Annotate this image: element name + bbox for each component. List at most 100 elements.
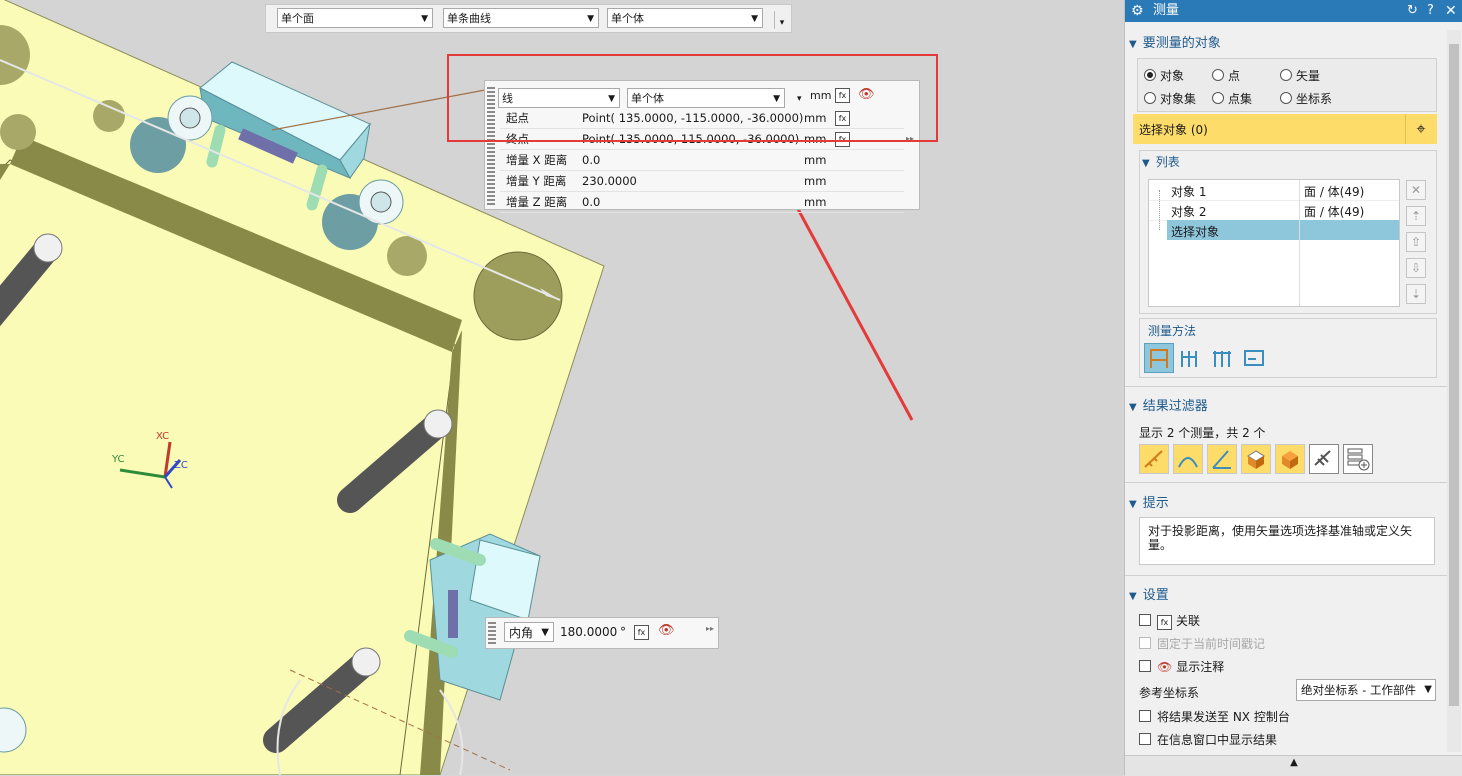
close-icon[interactable]: ✕ <box>1445 0 1457 22</box>
move-bottom-icon[interactable]: ⇣ <box>1406 284 1426 304</box>
section-objects-header[interactable]: ▼ 要测量的对象 <box>1129 32 1447 51</box>
radio-object[interactable]: 对象 <box>1144 67 1184 84</box>
length-method-icon[interactable] <box>1240 343 1270 373</box>
angle-type-dropdown[interactable]: 内角 ▼ <box>504 622 554 642</box>
move-up-icon[interactable]: ⇧ <box>1406 232 1426 252</box>
formula-icon[interactable]: fx <box>634 625 649 640</box>
chevron-down-icon: ▼ <box>1422 680 1432 700</box>
ref-csys-dropdown[interactable]: 绝对坐标系 - 工作部件 ▼ <box>1296 679 1436 701</box>
remove-icon[interactable]: ✕ <box>1406 180 1426 200</box>
chevron-down-icon: ▼ <box>1129 499 1137 510</box>
hint-text: 对于投影距离，使用矢量选项选择基准轴或定义矢量。 <box>1139 517 1435 565</box>
filter-summary: 显示 2 个测量，共 2 个 <box>1139 426 1266 440</box>
send-nx-checkbox[interactable]: 将结果发送至 NX 控制台 <box>1139 708 1290 725</box>
ref-csys-value: 绝对坐标系 - 工作部件 <box>1301 683 1416 697</box>
move-down-icon[interactable]: ⇩ <box>1406 258 1426 278</box>
gear-icon[interactable]: ⚙ <box>1131 0 1144 22</box>
area-filter-icon[interactable] <box>1241 444 1271 474</box>
chevron-down-icon: ▼ <box>1129 39 1137 50</box>
list-item-selected[interactable]: 选择对象 <box>1167 220 1399 240</box>
chevron-down-icon: ▼ <box>421 14 428 24</box>
measure-dialog: ⚙ 测量 ↻ ? ✕ ▼ 要测量的对象 对象 点 矢量 对象集 点集 坐标系 选择… <box>1124 0 1462 776</box>
row-label: 增量 Z 距离 <box>506 195 568 209</box>
collapse-button[interactable]: ▲ <box>1125 755 1462 776</box>
angle-label: 内角 <box>509 626 534 640</box>
list-item[interactable]: 对象 2 面 / 体(49) <box>1149 200 1399 221</box>
face-filter-value: 单个面 <box>281 12 314 25</box>
row-unit: mm <box>804 153 827 167</box>
distance-filter-icon[interactable] <box>1139 444 1169 474</box>
distance-method-icon[interactable] <box>1144 343 1174 373</box>
drag-handle[interactable] <box>488 622 496 644</box>
projected-distance-icon[interactable] <box>1176 343 1206 373</box>
chevron-down-icon: ▼ <box>1142 158 1150 169</box>
section-filter-header[interactable]: ▼ 结果过滤器 <box>1129 395 1447 414</box>
list-item-name: 对象 2 <box>1171 205 1207 219</box>
radio-point-set-label: 点集 <box>1228 92 1253 106</box>
radio-csys[interactable]: 坐标系 <box>1280 90 1332 107</box>
ref-csys-label: 参考坐标系 <box>1139 686 1200 700</box>
chevron-down-icon: ▼ <box>1129 402 1137 413</box>
radio-vector[interactable]: 矢量 <box>1280 67 1320 84</box>
show-info-checkbox[interactable]: 在信息窗口中显示结果 <box>1139 731 1277 748</box>
chevron-down-icon: ▼ <box>541 627 549 638</box>
show-eye-icon[interactable]: 👁 <box>658 623 675 638</box>
section-settings-title: 设置 <box>1142 588 1169 603</box>
table-row: 增量 X 距离 0.0 mm <box>500 150 904 171</box>
reset-icon[interactable]: ↻ <box>1407 0 1418 22</box>
tree-line <box>1159 190 1161 230</box>
curve-filter-icon[interactable] <box>1173 444 1203 474</box>
angle-filter-icon[interactable] <box>1207 444 1237 474</box>
section-objects-title: 要测量的对象 <box>1142 36 1221 51</box>
curve-filter-dropdown[interactable]: 单条曲线 ▼ <box>443 8 599 28</box>
section-hint-title: 提示 <box>1142 496 1169 511</box>
list-item-name: 选择对象 <box>1171 225 1220 239</box>
associative-checkbox[interactable]: fx 关联 <box>1139 612 1200 630</box>
show-eye-icon: 👁 <box>1157 660 1173 674</box>
crosshair-icon[interactable]: ⌖ <box>1405 114 1436 144</box>
volume-filter-icon[interactable] <box>1275 444 1305 474</box>
fix-time-label: 固定于当前时间戳记 <box>1157 637 1266 651</box>
hole-small-1 <box>387 236 427 276</box>
list-section-header[interactable]: ▼ 列表 <box>1142 153 1180 170</box>
bar-overflow-button[interactable]: ▾ <box>774 11 789 29</box>
section-settings-header[interactable]: ▼ 设置 <box>1129 584 1447 603</box>
ruler-filter-icon[interactable] <box>1309 444 1339 474</box>
help-icon[interactable]: ? <box>1427 0 1434 22</box>
row-value[interactable]: 230.0000 <box>582 171 637 191</box>
object-list[interactable]: 对象 1 面 / 体(49) 对象 2 面 / 体(49) 选择对象 <box>1148 179 1400 307</box>
zc-label: ZC <box>174 460 188 471</box>
body-filter-value: 单个体 <box>611 12 644 25</box>
move-top-icon[interactable]: ⇡ <box>1406 206 1426 226</box>
chevron-down-icon: ▼ <box>751 14 758 24</box>
screen-distance-icon[interactable] <box>1208 343 1238 373</box>
angle-unit: ° <box>620 625 626 639</box>
chevron-down-icon: ▼ <box>1129 591 1137 602</box>
table-row: 增量 Y 距离 230.0000 mm <box>500 171 904 192</box>
radio-point-set[interactable]: 点集 <box>1212 90 1252 107</box>
radio-object-set[interactable]: 对象集 <box>1144 90 1196 107</box>
row-unit: mm <box>804 174 827 188</box>
scrollbar-track[interactable] <box>1447 30 1461 752</box>
row-value[interactable]: 0.0 <box>582 150 600 170</box>
curve-filter-value: 单条曲线 <box>447 12 491 25</box>
row-label: 增量 Y 距离 <box>506 174 567 188</box>
list-item-name: 对象 1 <box>1171 185 1207 199</box>
scrollbar-thumb[interactable] <box>1449 44 1459 706</box>
list-section-title: 列表 <box>1155 155 1180 169</box>
list-item[interactable]: 对象 1 面 / 体(49) <box>1149 180 1399 201</box>
section-hint-header[interactable]: ▼ 提示 <box>1129 492 1447 511</box>
radio-vector-label: 矢量 <box>1296 69 1321 83</box>
panel-expand-icon[interactable]: ▸▸ <box>706 624 714 633</box>
show-annotation-label: 显示注释 <box>1176 660 1225 674</box>
radio-point[interactable]: 点 <box>1212 67 1240 84</box>
angle-value[interactable]: 180.0000 <box>560 625 617 639</box>
face-filter-dropdown[interactable]: 单个面 ▼ <box>277 8 433 28</box>
select-object-label: 选择对象 (0) <box>1139 123 1208 137</box>
select-object-row[interactable]: 选择对象 (0) ⌖ <box>1133 114 1437 144</box>
radio-object-set-label: 对象集 <box>1160 92 1197 106</box>
body-filter-dropdown[interactable]: 单个体 ▼ <box>607 8 763 28</box>
row-value[interactable]: 0.0 <box>582 192 600 212</box>
show-annotation-checkbox[interactable]: 👁 显示注释 <box>1139 658 1224 675</box>
add-filter-icon[interactable] <box>1343 444 1373 474</box>
